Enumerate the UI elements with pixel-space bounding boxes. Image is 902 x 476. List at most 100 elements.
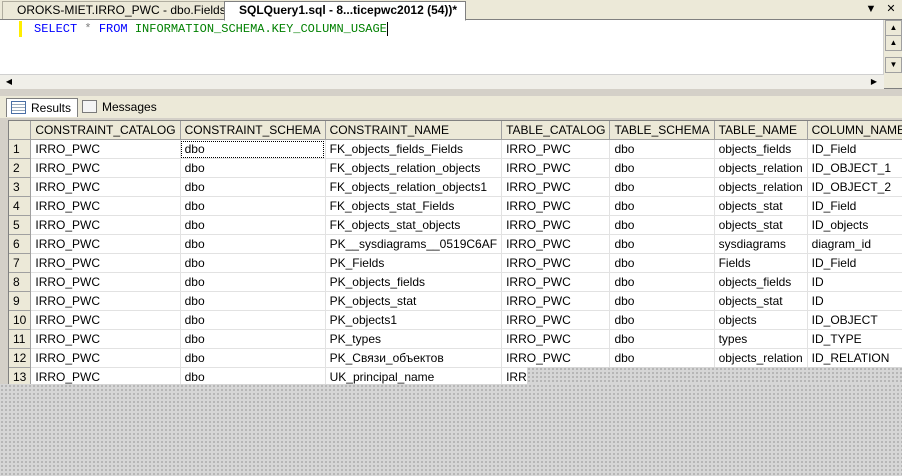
grid-cell[interactable]: Fields: [714, 253, 808, 273]
grid-cell[interactable]: objects_stat: [714, 215, 808, 235]
row-number-header[interactable]: [9, 121, 32, 140]
grid-cell[interactable]: FK_objects_relation_objects1: [325, 177, 503, 197]
grid-cell[interactable]: IRRO_PWC: [30, 253, 181, 273]
grid-cell[interactable]: dbo: [609, 310, 715, 330]
grid-cell[interactable]: FK_objects_relation_objects: [325, 158, 503, 178]
grid-cell[interactable]: IRRO_PWC: [501, 234, 611, 254]
row-number[interactable]: 9: [9, 291, 32, 311]
scroll-left-icon[interactable]: ◀: [2, 75, 16, 88]
grid-cell[interactable]: IRRO_PWC: [30, 215, 181, 235]
results-grid[interactable]: CONSTRAINT_CATALOG CONSTRAINT_SCHEMA CON…: [8, 120, 902, 385]
table-row[interactable]: 12 IRRO_PWC dbo PK_Связи_объектов IRRO_PWC db…: [9, 348, 902, 368]
grid-cell[interactable]: IRRO_PWC: [501, 253, 611, 273]
grid-cell[interactable]: ID_Field: [807, 196, 902, 216]
tab-table-designer[interactable]: OROKS-MIET.IRRO_PWC - dbo.Fields: [2, 1, 235, 19]
table-row[interactable]: 5 IRRO_PWC dbo FK_objects_stat_objects IRRO_…: [9, 215, 902, 235]
grid-cell[interactable]: dbo: [180, 291, 326, 311]
grid-cell[interactable]: IRRO_PWC: [30, 139, 181, 159]
grid-cell[interactable]: dbo: [180, 139, 326, 159]
grid-cell[interactable]: ID_TYPE: [807, 329, 902, 349]
table-row[interactable]: 11 IRRO_PWC dbo PK_types IRRO_PWC dbo types ID_…: [9, 329, 902, 349]
grid-cell[interactable]: sysdiagrams: [714, 234, 808, 254]
grid-cell[interactable]: dbo: [180, 158, 326, 178]
grid-cell[interactable]: objects_stat: [714, 196, 808, 216]
table-row[interactable]: 9 IRRO_PWC dbo PK_objects_stat IRRO_PWC dbo ob…: [9, 291, 902, 311]
grid-cell[interactable]: IRRO_PWC: [30, 158, 181, 178]
column-header[interactable]: CONSTRAINT_SCHEMA: [180, 121, 326, 140]
grid-cell[interactable]: FK_objects_stat_objects: [325, 215, 503, 235]
grid-cell[interactable]: objects_stat: [714, 291, 808, 311]
scroll-right-icon[interactable]: ▶: [867, 75, 881, 88]
row-number[interactable]: 3: [9, 177, 32, 197]
grid-cell[interactable]: dbo: [180, 253, 326, 273]
grid-cell[interactable]: dbo: [609, 291, 715, 311]
column-header[interactable]: TABLE_NAME: [714, 121, 808, 140]
grid-cell[interactable]: dbo: [609, 196, 715, 216]
grid-cell[interactable]: dbo: [609, 329, 715, 349]
column-header[interactable]: CONSTRAINT_NAME: [325, 121, 503, 140]
tab-pin-icon[interactable]: ▼: [864, 2, 878, 16]
grid-cell[interactable]: IRRO_PWC: [501, 272, 611, 292]
grid-cell[interactable]: dbo: [609, 234, 715, 254]
scroll-up-arrow-icon[interactable]: ▲: [885, 35, 902, 51]
grid-cell[interactable]: ID_Field: [807, 139, 902, 159]
grid-cell[interactable]: IRRO_PWC: [30, 310, 181, 330]
grid-cell[interactable]: types: [714, 329, 808, 349]
scroll-up-icon[interactable]: ▲: [885, 20, 902, 36]
sql-text[interactable]: SELECT * FROM INFORMATION_SCHEMA.KEY_COL…: [34, 21, 388, 37]
row-number[interactable]: 12: [9, 348, 32, 368]
grid-cell[interactable]: PK_objects1: [325, 310, 503, 330]
grid-cell[interactable]: IRRO_PWC: [30, 272, 181, 292]
grid-cell[interactable]: UK_principal_name: [325, 367, 503, 385]
table-row[interactable]: 10 IRRO_PWC dbo PK_objects1 IRRO_PWC dbo objec…: [9, 310, 902, 330]
grid-cell[interactable]: PK_Связи_объектов: [325, 348, 503, 368]
grid-cell[interactable]: objects_relation: [714, 348, 808, 368]
grid-cell[interactable]: IRRO_PWC: [501, 329, 611, 349]
grid-cell[interactable]: IRRO_PWC: [30, 329, 181, 349]
grid-cell[interactable]: ID_OBJECT: [807, 310, 902, 330]
grid-cell[interactable]: ID_OBJECT_1: [807, 158, 902, 178]
grid-cell[interactable]: PK__sysdiagrams__0519C6AF: [325, 234, 503, 254]
grid-cell[interactable]: FK_objects_fields_Fields: [325, 139, 503, 159]
row-number[interactable]: 4: [9, 196, 32, 216]
tab-query-editor[interactable]: SQLQuery1.sql - 8...ticepwc2012 (54))*: [224, 1, 467, 21]
grid-cell[interactable]: dbo: [609, 158, 715, 178]
grid-cell[interactable]: IRRO_PWC: [30, 234, 181, 254]
grid-cell[interactable]: dbo: [180, 196, 326, 216]
row-number[interactable]: 11: [9, 329, 32, 349]
grid-cell[interactable]: dbo: [180, 348, 326, 368]
grid-cell[interactable]: dbo: [609, 272, 715, 292]
grid-cell[interactable]: dbo: [609, 348, 715, 368]
grid-cell[interactable]: dbo: [180, 234, 326, 254]
table-row[interactable]: 3 IRRO_PWC dbo FK_objects_relation_objects1…: [9, 177, 902, 197]
grid-cell[interactable]: objects_relation: [714, 158, 808, 178]
editor-horizontal-scrollbar[interactable]: ◀ ▶: [0, 74, 884, 89]
grid-cell[interactable]: IRRO_PWC: [501, 196, 611, 216]
table-row[interactable]: 6 IRRO_PWC dbo PK__sysdiagrams__0519C6AF IRR…: [9, 234, 902, 254]
grid-cell[interactable]: objects_fields: [714, 272, 808, 292]
row-number[interactable]: 8: [9, 272, 32, 292]
tab-close-icon[interactable]: ✕: [884, 2, 898, 16]
column-header[interactable]: COLUMN_NAME: [807, 121, 902, 140]
row-number[interactable]: 10: [9, 310, 32, 330]
table-row[interactable]: 4 IRRO_PWC dbo FK_objects_stat_Fields IRRO_P…: [9, 196, 902, 216]
grid-cell[interactable]: objects_relation: [714, 177, 808, 197]
grid-cell[interactable]: ID: [807, 272, 902, 292]
grid-cell[interactable]: IRRO_PWC: [30, 367, 181, 385]
table-row[interactable]: 2 IRRO_PWC dbo FK_objects_relation_objects I…: [9, 158, 902, 178]
grid-cell[interactable]: IRRO_PWC: [30, 291, 181, 311]
grid-cell[interactable]: PK_types: [325, 329, 503, 349]
table-row[interactable]: 7 IRRO_PWC dbo PK_Fields IRRO_PWC dbo Fields ID…: [9, 253, 902, 273]
grid-cell[interactable]: FK_objects_stat_Fields: [325, 196, 503, 216]
table-row[interactable]: 8 IRRO_PWC dbo PK_objects_fields IRRO_PWC dbo…: [9, 272, 902, 292]
grid-cell[interactable]: ID_Field: [807, 253, 902, 273]
grid-cell[interactable]: dbo: [180, 310, 326, 330]
grid-cell[interactable]: ID: [807, 291, 902, 311]
grid-cell[interactable]: IRRO_PWC: [501, 215, 611, 235]
grid-cell[interactable]: dbo: [180, 177, 326, 197]
grid-cell[interactable]: dbo: [609, 139, 715, 159]
grid-cell[interactable]: objects: [714, 310, 808, 330]
row-number[interactable]: 1: [9, 139, 32, 159]
grid-cell[interactable]: dbo: [180, 215, 326, 235]
grid-cell[interactable]: IRRO_PWC: [501, 310, 611, 330]
